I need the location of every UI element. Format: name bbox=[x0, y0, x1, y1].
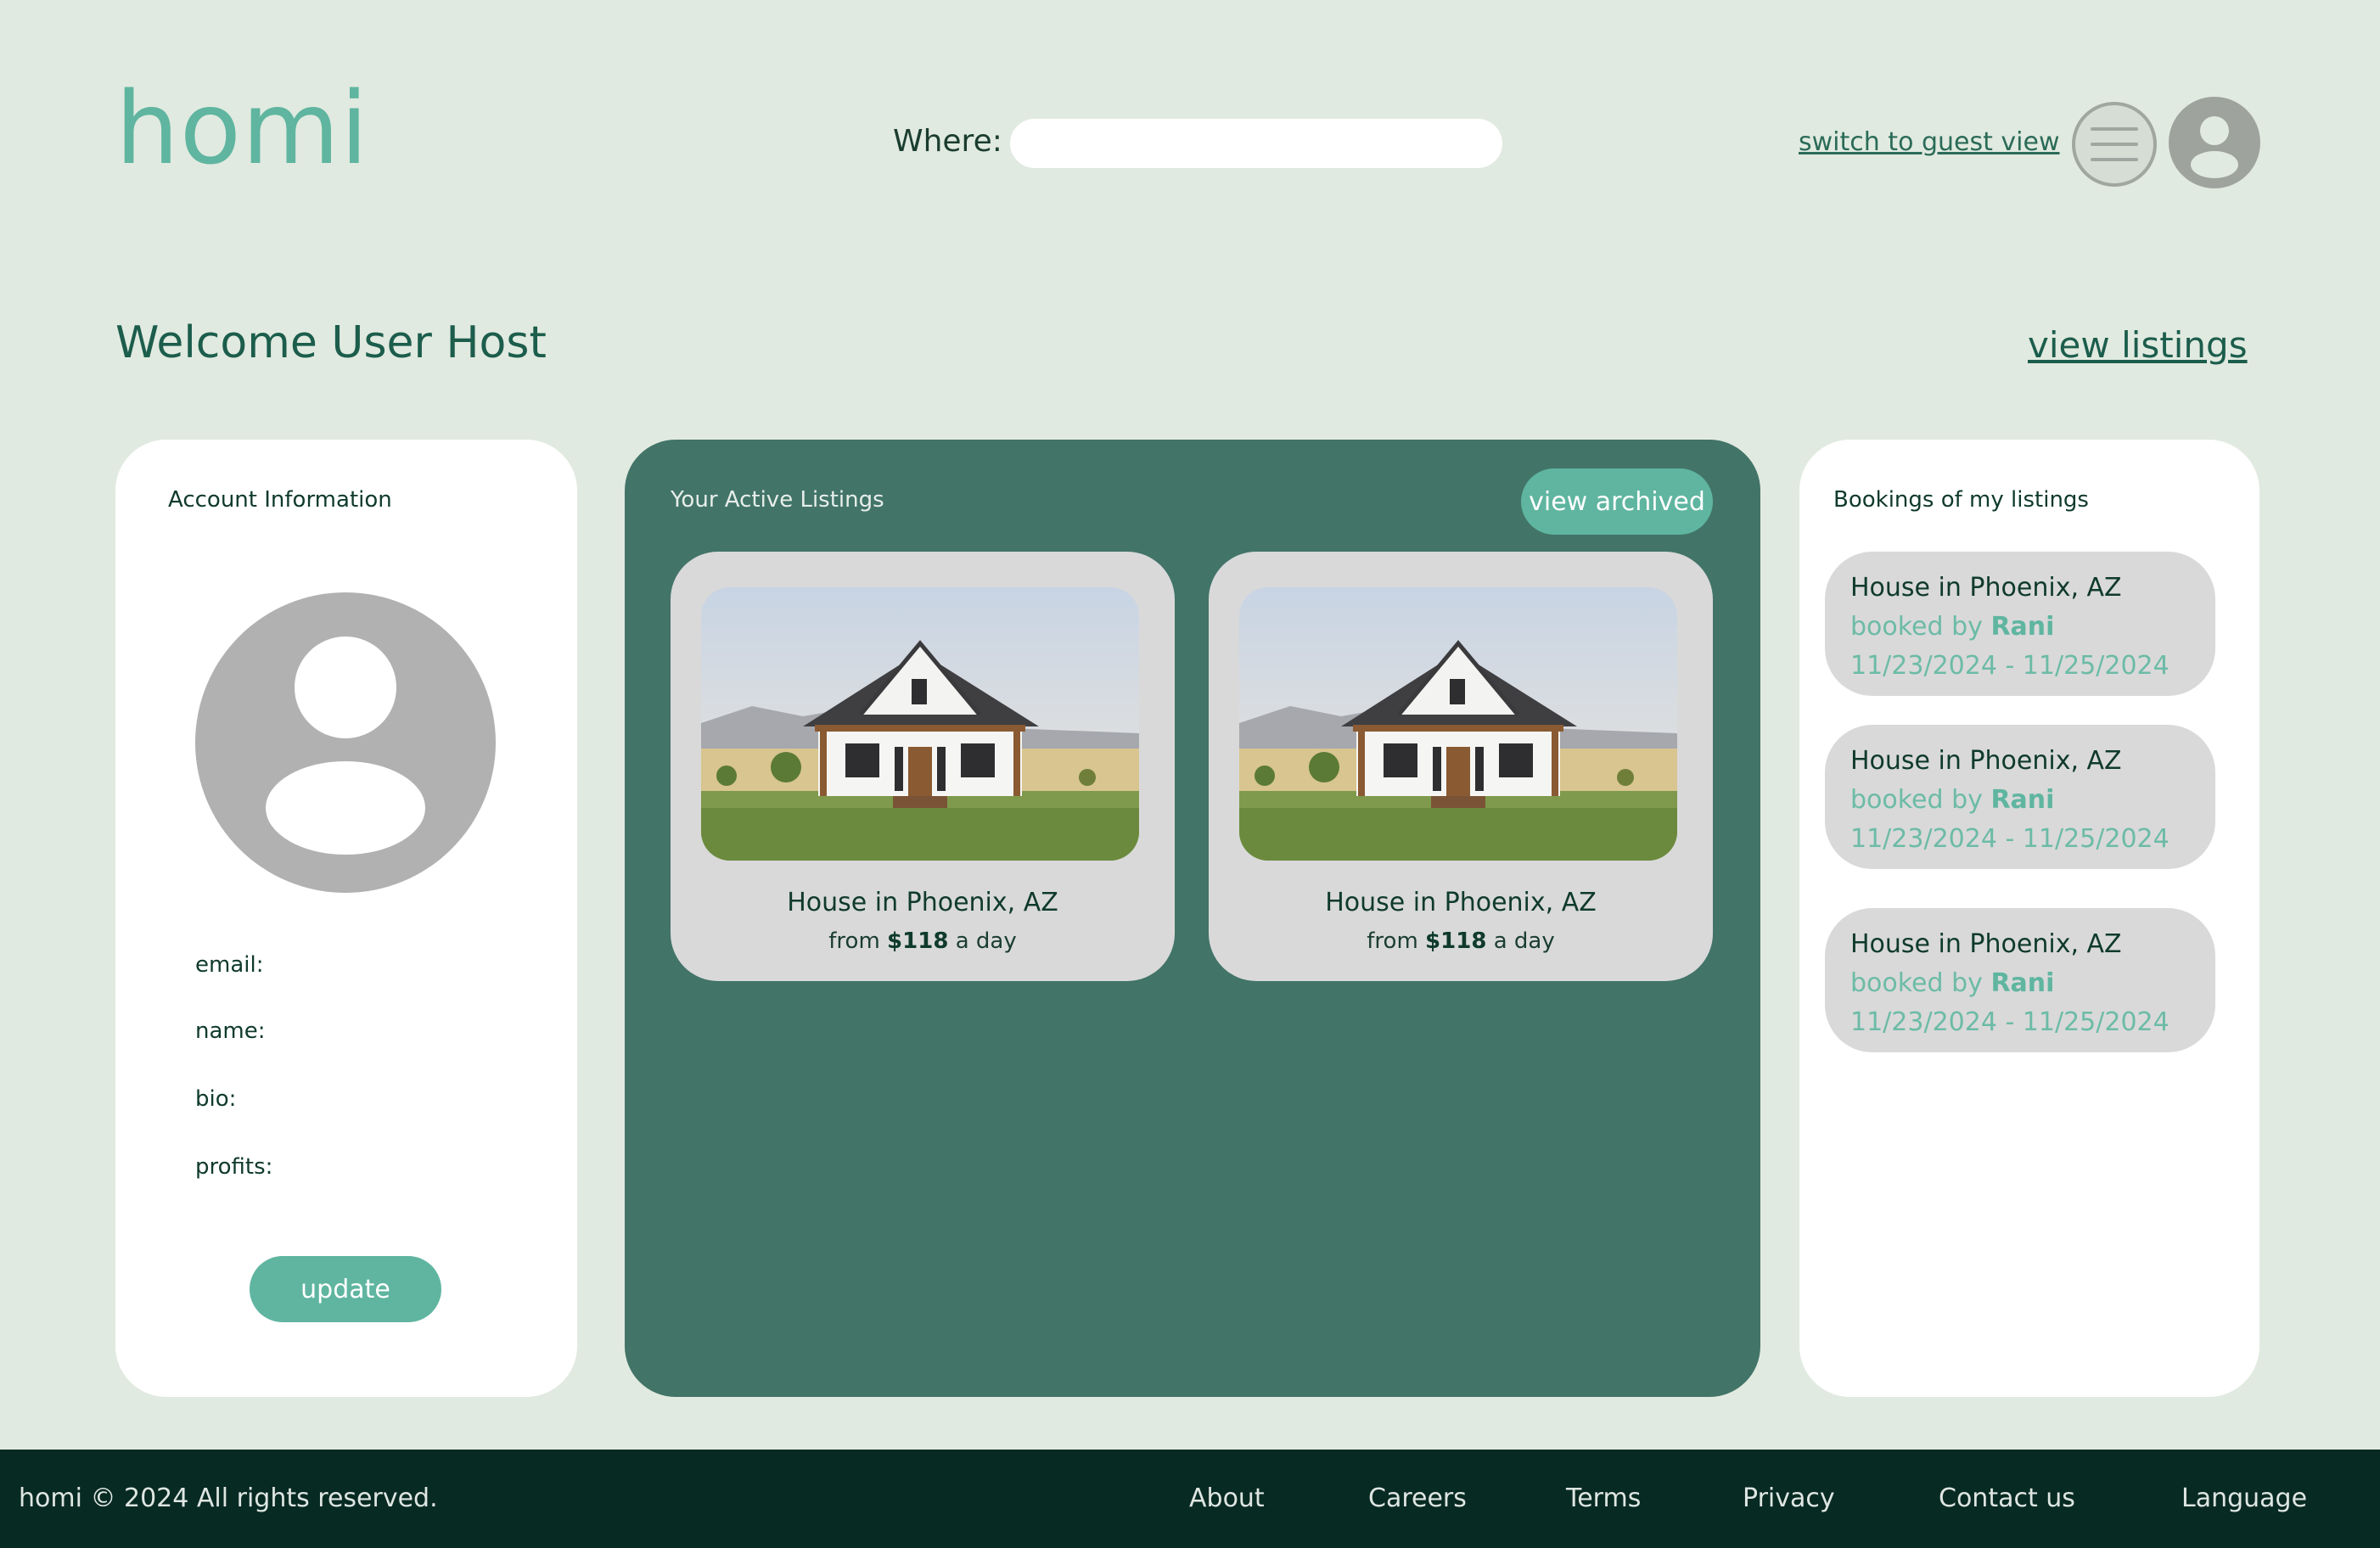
hamburger-menu-icon[interactable] bbox=[2072, 102, 2157, 187]
profits-field-label: profits: bbox=[195, 1154, 273, 1180]
footer-link-terms[interactable]: Terms bbox=[1566, 1484, 1641, 1513]
listing-card[interactable]: House in Phoenix, AZ from $118 a day bbox=[1209, 552, 1713, 981]
account-information-panel: Account Information email: name: bio: pr… bbox=[115, 440, 577, 1397]
active-listings-title: Your Active Listings bbox=[671, 487, 884, 513]
footer-copyright: homi © 2024 All rights reserved. bbox=[19, 1484, 438, 1513]
booking-listing-title: House in Phoenix, AZ bbox=[1850, 573, 2122, 603]
email-field-label: email: bbox=[195, 952, 264, 978]
view-archived-button[interactable]: view archived bbox=[1521, 468, 1713, 535]
house-photo bbox=[701, 587, 1139, 861]
footer-link-careers[interactable]: Careers bbox=[1368, 1484, 1467, 1513]
footer-link-contact-us[interactable]: Contact us bbox=[1939, 1484, 2075, 1513]
booking-guest: booked by Rani bbox=[1850, 968, 2055, 998]
switch-to-guest-view-link[interactable]: switch to guest view bbox=[1799, 127, 2060, 157]
house-photo bbox=[1239, 587, 1677, 861]
listing-card[interactable]: House in Phoenix, AZ from $118 a day bbox=[671, 552, 1175, 981]
listing-price: from $118 a day bbox=[1367, 928, 1555, 954]
homi-logo[interactable]: homi bbox=[115, 78, 369, 178]
booking-guest: booked by Rani bbox=[1850, 785, 2055, 815]
name-field-label: name: bbox=[195, 1018, 266, 1044]
booking-card[interactable]: House in Phoenix, AZ booked by Rani 11/2… bbox=[1825, 908, 2215, 1052]
update-button[interactable]: update bbox=[250, 1256, 441, 1322]
profile-avatar-icon bbox=[195, 592, 496, 893]
booking-listing-title: House in Phoenix, AZ bbox=[1850, 929, 2122, 959]
booking-dates: 11/23/2024 - 11/25/2024 bbox=[1850, 651, 2170, 681]
booking-card[interactable]: House in Phoenix, AZ booked by Rani 11/2… bbox=[1825, 725, 2215, 869]
booking-guest: booked by Rani bbox=[1850, 612, 2055, 642]
booking-card[interactable]: House in Phoenix, AZ booked by Rani 11/2… bbox=[1825, 552, 2215, 696]
listing-price: from $118 a day bbox=[828, 928, 1017, 954]
footer-link-privacy[interactable]: Privacy bbox=[1743, 1484, 1835, 1513]
booking-dates: 11/23/2024 - 11/25/2024 bbox=[1850, 824, 2170, 854]
account-information-title: Account Information bbox=[168, 487, 392, 513]
footer-link-about[interactable]: About bbox=[1189, 1484, 1265, 1513]
active-listings-panel: Your Active Listings view archived House… bbox=[625, 440, 1760, 1397]
bookings-panel: Bookings of my listings House in Phoenix… bbox=[1799, 440, 2259, 1397]
listing-title: House in Phoenix, AZ bbox=[787, 888, 1058, 917]
welcome-heading: Welcome User Host bbox=[115, 317, 547, 368]
bio-field-label: bio: bbox=[195, 1086, 237, 1112]
footer: homi © 2024 All rights reserved. About C… bbox=[0, 1450, 2380, 1548]
where-search-input[interactable] bbox=[1010, 119, 1502, 168]
view-listings-link[interactable]: view listings bbox=[2028, 324, 2248, 366]
booking-dates: 11/23/2024 - 11/25/2024 bbox=[1850, 1007, 2170, 1037]
listing-title: House in Phoenix, AZ bbox=[1325, 888, 1597, 917]
footer-link-language[interactable]: Language bbox=[2181, 1484, 2307, 1513]
user-avatar-icon[interactable] bbox=[2169, 97, 2260, 188]
search-label: Where: bbox=[893, 124, 1002, 159]
booking-listing-title: House in Phoenix, AZ bbox=[1850, 746, 2122, 776]
bookings-title: Bookings of my listings bbox=[1833, 487, 2089, 513]
